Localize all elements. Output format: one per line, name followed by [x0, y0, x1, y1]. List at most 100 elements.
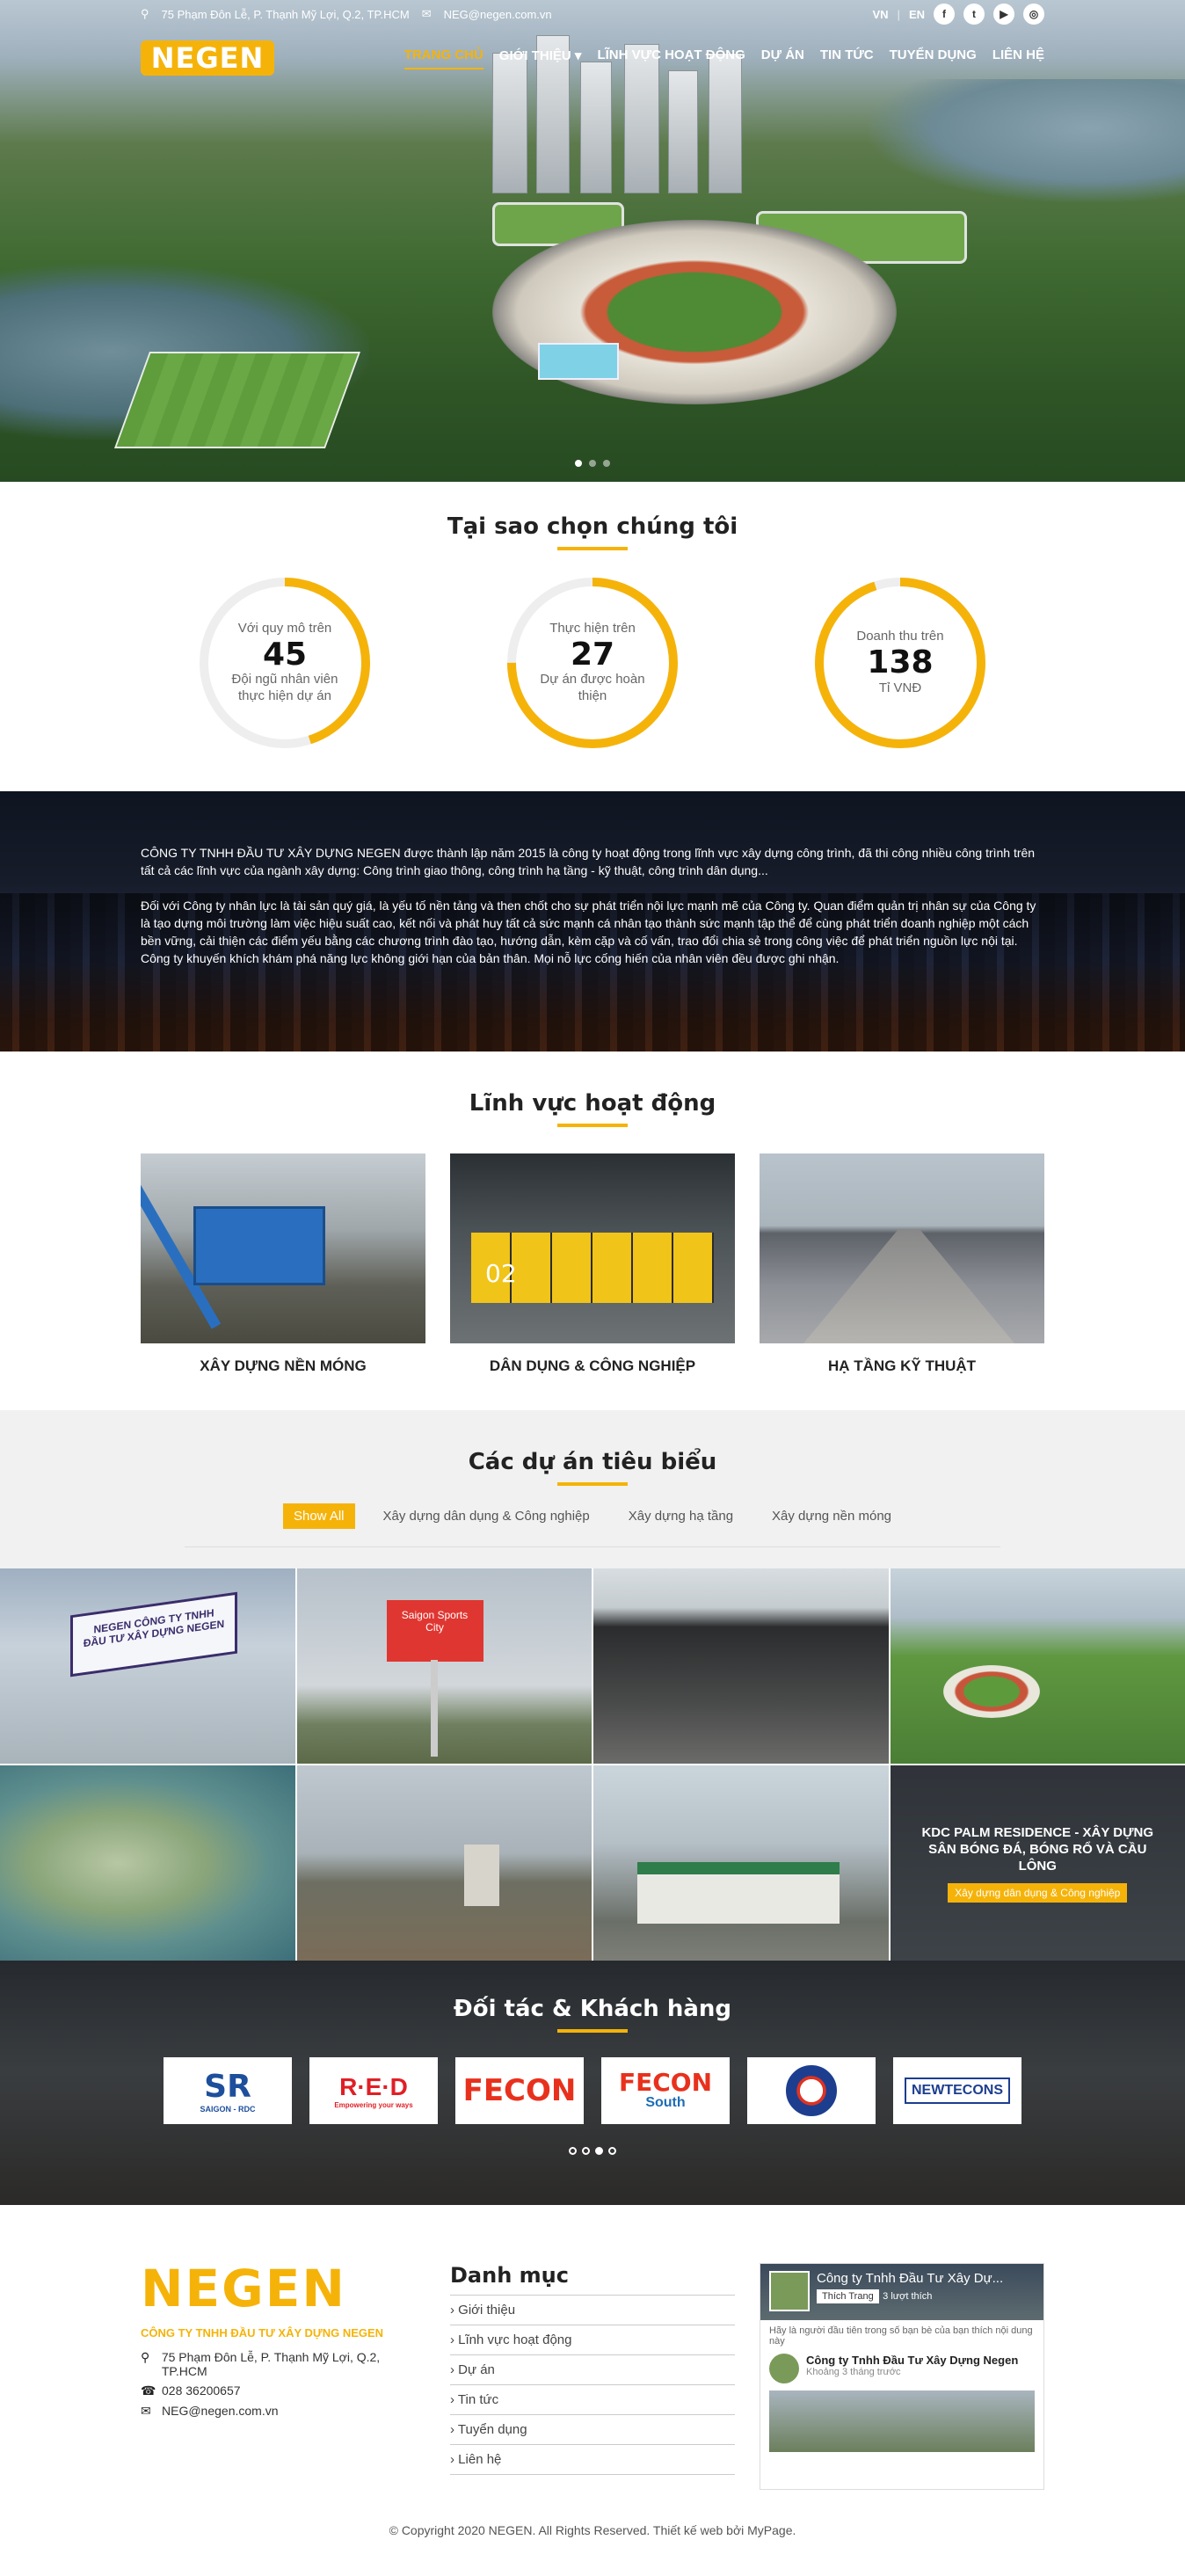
facebook-widget[interactable]: Công ty Tnhh Đầu Tư Xây Dự... Thích Tran…: [760, 2263, 1044, 2490]
project-tile[interactable]: [593, 1568, 889, 1764]
email-link[interactable]: NEG@negen.com.vn: [444, 8, 552, 21]
footer-link[interactable]: › Giới thiệu: [450, 2296, 735, 2325]
lang-en[interactable]: EN: [909, 8, 925, 21]
field-card-ha-tang[interactable]: HẠ TẦNG KỸ THUẬT: [760, 1153, 1044, 1375]
partner-logo-emblem[interactable]: [747, 2057, 876, 2124]
tower-5: [668, 70, 698, 193]
partner-logo-fecon[interactable]: FECON: [455, 2057, 584, 2124]
project-tile[interactable]: [0, 1765, 295, 1961]
site-logo[interactable]: NEGEN: [141, 40, 274, 76]
title-underline: [557, 547, 628, 550]
copyright: © Copyright 2020 NEGEN. All Rights Reser…: [0, 2511, 1185, 2550]
instagram-icon[interactable]: ◎: [1023, 4, 1044, 25]
project-tile[interactable]: NEGEN CÔNG TY TNHH ĐẦU TƯ XÂY DỰNG NEGEN: [0, 1568, 295, 1764]
featured-project-tag[interactable]: Xây dựng dân dụng & Công nghiệp: [948, 1882, 1128, 1903]
nav-tin-tuc[interactable]: TIN TỨC: [820, 47, 874, 69]
filter-nen-mong[interactable]: Xây dựng nền móng: [761, 1503, 902, 1529]
stat-number: 45: [262, 636, 308, 673]
title-underline: [557, 1482, 628, 1486]
fb-post-time: Khoảng 3 tháng trước: [806, 2367, 901, 2377]
mail-icon: ✉: [421, 7, 432, 20]
negen-sign: NEGEN CÔNG TY TNHH ĐẦU TƯ XÂY DỰNG NEGEN: [70, 1591, 237, 1677]
filter-ha-tang[interactable]: Xây dựng hạ tầng: [618, 1503, 744, 1529]
twitter-icon[interactable]: t: [963, 4, 985, 25]
fb-likes-count: 3 lượt thích: [883, 2291, 933, 2302]
partner-dots: [0, 2143, 1185, 2159]
fb-like-button[interactable]: Thích Trang: [817, 2289, 879, 2303]
slider-dot[interactable]: [575, 460, 582, 467]
partner-logo-newtecons[interactable]: NEWTECONS: [893, 2057, 1021, 2124]
footer-link[interactable]: › Tuyển dụng: [450, 2415, 735, 2445]
partner-logo-fecon-south[interactable]: FECON South: [601, 2057, 730, 2124]
nav-gioi-thieu[interactable]: GIỚI THIỆU ▾: [499, 47, 582, 69]
youtube-icon[interactable]: ▶: [993, 4, 1014, 25]
partner-logo-red[interactable]: R·E·D Empowering your ways: [309, 2057, 438, 2124]
top-bar: ⚲ 75 Phạm Đôn Lễ, P. Thạnh Mỹ Lợi, Q.2, …: [0, 0, 1185, 28]
title-underline: [557, 1124, 628, 1127]
nav-lien-he[interactable]: LIÊN HỆ: [992, 47, 1044, 69]
partner-dot[interactable]: [595, 2147, 603, 2155]
footer-company: CÔNG TY TNHH ĐẦU TƯ XÂY DỰNG NEGEN: [141, 2326, 384, 2340]
facebook-icon[interactable]: f: [934, 4, 955, 25]
phone-icon: ☎: [141, 2383, 156, 2398]
partners-section: Đối tác & Khách hàng SR SAIGON - RDC R·E·…: [0, 1961, 1185, 2205]
fb-post-name[interactable]: Công ty Tnhh Đầu Tư Xây Dựng Negen: [806, 2354, 1018, 2367]
emblem-icon: [786, 2065, 837, 2116]
fields-title: Lĩnh vực hoạt động: [469, 1090, 716, 1117]
fb-page-thumbnail: [769, 2271, 810, 2311]
fb-page-name[interactable]: Công ty Tnhh Đầu Tư Xây Dự...: [817, 2271, 1003, 2286]
project-tile[interactable]: [296, 1765, 592, 1961]
footer-link[interactable]: › Dự án: [450, 2355, 735, 2385]
footer-phone[interactable]: 028 36200657: [162, 2383, 241, 2398]
field-card-dan-dung[interactable]: 02 DÂN DỤNG & CÔNG NGHIỆP: [450, 1153, 735, 1375]
mail-icon: ✉: [141, 2404, 151, 2418]
project-tile-featured[interactable]: KDC PALM RESIDENCE - XÂY DỰNG SÂN BÓNG Đ…: [890, 1765, 1185, 1961]
pool-image: [538, 343, 619, 380]
footer-link[interactable]: › Lĩnh vực hoạt động: [450, 2325, 735, 2355]
stat-number: 138: [867, 644, 934, 681]
footer-link[interactable]: › Tin tức: [450, 2385, 735, 2415]
partner-logo-sr[interactable]: SR SAIGON - RDC: [164, 2057, 292, 2124]
partner-dot[interactable]: [608, 2147, 616, 2155]
fb-post-image: [769, 2390, 1035, 2452]
footer-menu: › Giới thiệu › Lĩnh vực hoạt động › Dự á…: [450, 2295, 735, 2475]
project-tile[interactable]: [890, 1568, 1185, 1764]
nav-du-an[interactable]: DỰ ÁN: [761, 47, 804, 69]
address-text: 75 Phạm Đôn Lễ, P. Thạnh Mỹ Lợi, Q.2, TP…: [161, 7, 410, 21]
projects-title: Các dự án tiêu biểu: [468, 1449, 717, 1475]
stat-label: Với quy mô trên: [237, 621, 332, 637]
river-image: [869, 79, 1185, 202]
project-tile[interactable]: Saigon Sports City: [296, 1568, 592, 1764]
footer: NEGEN CÔNG TY TNHH ĐẦU TƯ XÂY DỰNG NEGEN…: [0, 2205, 1185, 2511]
featured-project-title[interactable]: KDC PALM RESIDENCE - XÂY DỰNG SÂN BÓNG Đ…: [908, 1824, 1168, 1874]
filter-dan-dung[interactable]: Xây dựng dân dụng & Công nghiệp: [373, 1503, 600, 1529]
saigon-sports-billboard: Saigon Sports City: [386, 1600, 483, 1662]
about-paragraph-1: CÔNG TY TNHH ĐẦU TƯ XÂY DỰNG NEGEN được …: [141, 846, 1036, 877]
about-section: CÔNG TY TNHH ĐẦU TƯ XÂY DỰNG NEGEN được …: [0, 791, 1185, 1052]
nav-tuyen-dung[interactable]: TUYỂN DỤNG: [890, 47, 977, 69]
footer-logo[interactable]: NEGEN: [141, 2263, 425, 2314]
about-paragraph-2: Đối với Công ty nhân lực là tài sản quý …: [141, 899, 1036, 965]
projects-section: Các dự án tiêu biểu Show All Xây dựng dâ…: [0, 1410, 1185, 1961]
filter-show-all[interactable]: Show All: [282, 1503, 355, 1529]
project-tile[interactable]: [593, 1765, 889, 1961]
slider-dot[interactable]: [603, 460, 610, 467]
location-icon: ⚲: [141, 7, 149, 20]
footer-link[interactable]: › Liên hệ: [450, 2445, 735, 2475]
partner-dot[interactable]: [569, 2147, 577, 2155]
stat-label: Thực hiện trên: [549, 621, 636, 637]
slider-dot[interactable]: [589, 460, 596, 467]
hero-banner: ⚲ 75 Phạm Đôn Lễ, P. Thạnh Mỹ Lợi, Q.2, …: [0, 0, 1185, 482]
fb-note: Hãy là người đầu tiên trong số bạn bè củ…: [769, 2325, 1033, 2347]
lang-vn[interactable]: VN: [872, 8, 888, 21]
nav-trang-chu[interactable]: TRANG CHỦ: [403, 47, 483, 69]
nav-linh-vuc[interactable]: LĨNH VỰC HOẠT ĐỘNG: [597, 47, 745, 69]
footer-email[interactable]: NEG@negen.com.vn: [162, 2404, 279, 2419]
footer-menu-title: Danh mục: [450, 2263, 569, 2288]
menu: TRANG CHỦ GIỚI THIỆU ▾ LĨNH VỰC HOẠT ĐỘN…: [403, 47, 1044, 69]
image-overlay-number: 02: [485, 1259, 517, 1288]
partner-dot[interactable]: [582, 2147, 590, 2155]
field-card-nen-mong[interactable]: XÂY DỰNG NỀN MÓNG: [141, 1153, 425, 1375]
project-filters: Show All Xây dựng dân dụng & Công nghiệp…: [185, 1503, 1000, 1547]
stat-circle: Với quy mô trên 45 Đội ngũ nhân viên thự…: [199, 577, 371, 749]
